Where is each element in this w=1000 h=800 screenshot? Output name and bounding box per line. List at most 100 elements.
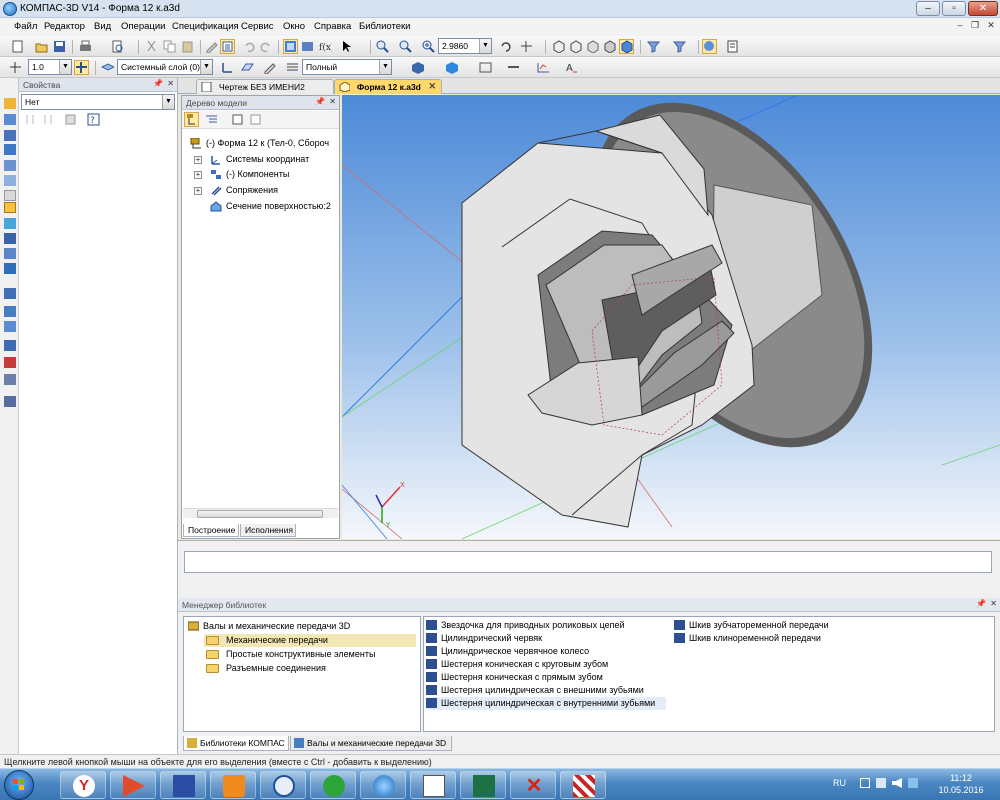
mates-tool-icon[interactable]	[4, 190, 16, 201]
close-tab-icon[interactable]: ✕	[428, 81, 436, 92]
view-orientation-icon[interactable]	[551, 39, 566, 54]
command-input-area[interactable]	[184, 551, 992, 573]
excel-icon[interactable]	[460, 771, 506, 799]
spatial-curves-icon[interactable]	[4, 130, 16, 141]
copy-icon[interactable]	[162, 39, 177, 54]
filter-tool-icon[interactable]	[4, 218, 16, 229]
pin-icon[interactable]: 📌	[315, 97, 325, 106]
expand-icon[interactable]: +	[194, 187, 202, 195]
ortho-mode-icon[interactable]	[74, 60, 89, 75]
tree-item-root[interactable]: (-) Форма 12 к (Тел-0, Сбороч	[182, 137, 339, 151]
select-filter-icon[interactable]	[672, 39, 687, 54]
outlook-icon[interactable]	[210, 771, 256, 799]
measure-icon[interactable]	[478, 60, 493, 75]
tree-filter-icon[interactable]	[230, 112, 245, 127]
tree-item-section[interactable]: Сечение поверхностью:2	[182, 200, 339, 214]
zoom-scale-select[interactable]: 2.9860 ▼	[438, 38, 492, 54]
shaded-icon[interactable]	[619, 39, 634, 54]
tree-view-mode-icon[interactable]	[204, 112, 219, 127]
flange-icon[interactable]	[4, 321, 16, 332]
tab-model[interactable]: Форма 12 к.а3d ✕	[334, 79, 442, 94]
arrays-icon[interactable]	[4, 160, 16, 171]
close-icon[interactable]: ✕	[167, 79, 174, 88]
edit-grid-icon[interactable]	[536, 60, 551, 75]
help-icon[interactable]: ?	[86, 112, 101, 127]
chevron-down-icon[interactable]: ▼	[162, 95, 174, 109]
report-icon[interactable]	[725, 39, 740, 54]
component-icon[interactable]	[4, 114, 16, 125]
maximize-button[interactable]: ▫	[942, 1, 966, 16]
zoom-window-icon[interactable]	[375, 39, 390, 54]
library-folder-detachable[interactable]: Разъемные соединения	[204, 662, 416, 675]
x-red-icon[interactable]: ✕	[510, 771, 556, 799]
expand-icon[interactable]: +	[194, 171, 202, 179]
text-style-icon[interactable]: A	[564, 60, 579, 75]
yandex-browser-icon[interactable]: Y	[60, 771, 106, 799]
elements-tool-icon[interactable]	[4, 263, 16, 274]
properties-page-icon[interactable]	[63, 112, 78, 127]
tree-horizontal-scrollbar[interactable]	[183, 508, 338, 518]
print-icon[interactable]	[78, 39, 93, 54]
library-item[interactable]: Шкив зубчатоременной передачи	[674, 619, 874, 632]
rotate-icon[interactable]	[498, 39, 513, 54]
menu-libraries[interactable]: Библиотеки	[359, 21, 410, 32]
media-player-icon[interactable]	[110, 771, 156, 799]
library-item[interactable]: Цилиндрическое червячное колесо	[426, 645, 666, 658]
spec-tool-icon[interactable]	[4, 233, 16, 244]
pin-icon[interactable]: 📌	[976, 599, 986, 608]
menu-edit[interactable]: Редактор	[44, 21, 85, 32]
sort-alpha-icon[interactable]	[41, 112, 56, 127]
close-icon[interactable]: ✕	[990, 599, 997, 608]
pan-icon[interactable]	[519, 39, 534, 54]
measure-tool-icon[interactable]	[4, 202, 16, 213]
hidden-lines-icon[interactable]	[585, 39, 600, 54]
tree-item-components[interactable]: + (-) Компоненты	[182, 168, 339, 182]
expand-icon[interactable]: +	[194, 156, 202, 164]
tray-app-icon[interactable]	[908, 778, 918, 788]
tab-shafts-library[interactable]: Валы и механические передачи 3D	[290, 736, 452, 751]
volkswagen-icon[interactable]	[260, 771, 306, 799]
menu-window[interactable]: Окно	[283, 21, 305, 32]
network-icon[interactable]	[876, 778, 886, 788]
snap-icon[interactable]	[702, 39, 717, 54]
library-item[interactable]: Звездочка для приводных роликовых цепей	[426, 619, 666, 632]
menu-service[interactable]: Сервис	[241, 21, 274, 32]
plane-icon[interactable]	[240, 60, 255, 75]
zoom-in-icon[interactable]	[421, 39, 436, 54]
properties-object-select[interactable]: Нет ▼	[21, 94, 175, 110]
tab-drawing[interactable]: Чертеж БЕЗ ИМЕНИ2	[196, 79, 334, 94]
close-button[interactable]: ✕	[968, 1, 998, 16]
library-item[interactable]: Шестерня коническая с круговым зубом	[426, 658, 666, 671]
document-icon[interactable]	[410, 771, 456, 799]
model-tree-toggle-icon[interactable]	[283, 39, 298, 54]
tree-item-mates[interactable]: + Сопряжения	[182, 184, 339, 198]
layer-select[interactable]: Системный слой (0) ▼	[117, 59, 213, 75]
tab-construction[interactable]: Построение	[183, 524, 239, 537]
mdi-minimize-icon[interactable]: –	[953, 20, 967, 33]
layer-icon[interactable]	[100, 60, 116, 75]
tree-structure-icon[interactable]	[184, 112, 199, 127]
start-button[interactable]	[4, 770, 34, 800]
help-pointer-icon[interactable]	[340, 39, 355, 54]
redo-icon[interactable]	[258, 39, 273, 54]
model-viewport[interactable]: X Y	[342, 95, 1000, 539]
menu-operations[interactable]: Операции	[121, 21, 165, 32]
surfaces-icon[interactable]	[4, 144, 16, 155]
flag-icon[interactable]	[860, 778, 870, 788]
library-item[interactable]: Шестерня коническая с прямым зубом	[426, 671, 666, 684]
line-style-icon[interactable]	[285, 60, 300, 75]
pin-icon[interactable]: 📌	[153, 79, 163, 88]
cut-icon[interactable]	[144, 39, 159, 54]
paste-icon[interactable]	[180, 39, 195, 54]
variables-fx-icon[interactable]: f(x)	[318, 39, 334, 54]
library-item[interactable]: Шкив клиноременной передачи	[674, 632, 874, 645]
wireframe-icon[interactable]	[568, 39, 583, 54]
preview-icon[interactable]	[110, 39, 125, 54]
tab-versions[interactable]: Исполнения	[240, 524, 296, 537]
language-indicator[interactable]: RU	[833, 778, 846, 788]
menu-view[interactable]: Вид	[94, 21, 111, 32]
library-item-selected[interactable]: Шестерня цилиндрическая с внутренними зу…	[426, 697, 666, 710]
show-properties-icon[interactable]	[220, 39, 235, 54]
tree-settings-icon[interactable]	[248, 112, 263, 127]
chess-icon[interactable]	[560, 771, 606, 799]
